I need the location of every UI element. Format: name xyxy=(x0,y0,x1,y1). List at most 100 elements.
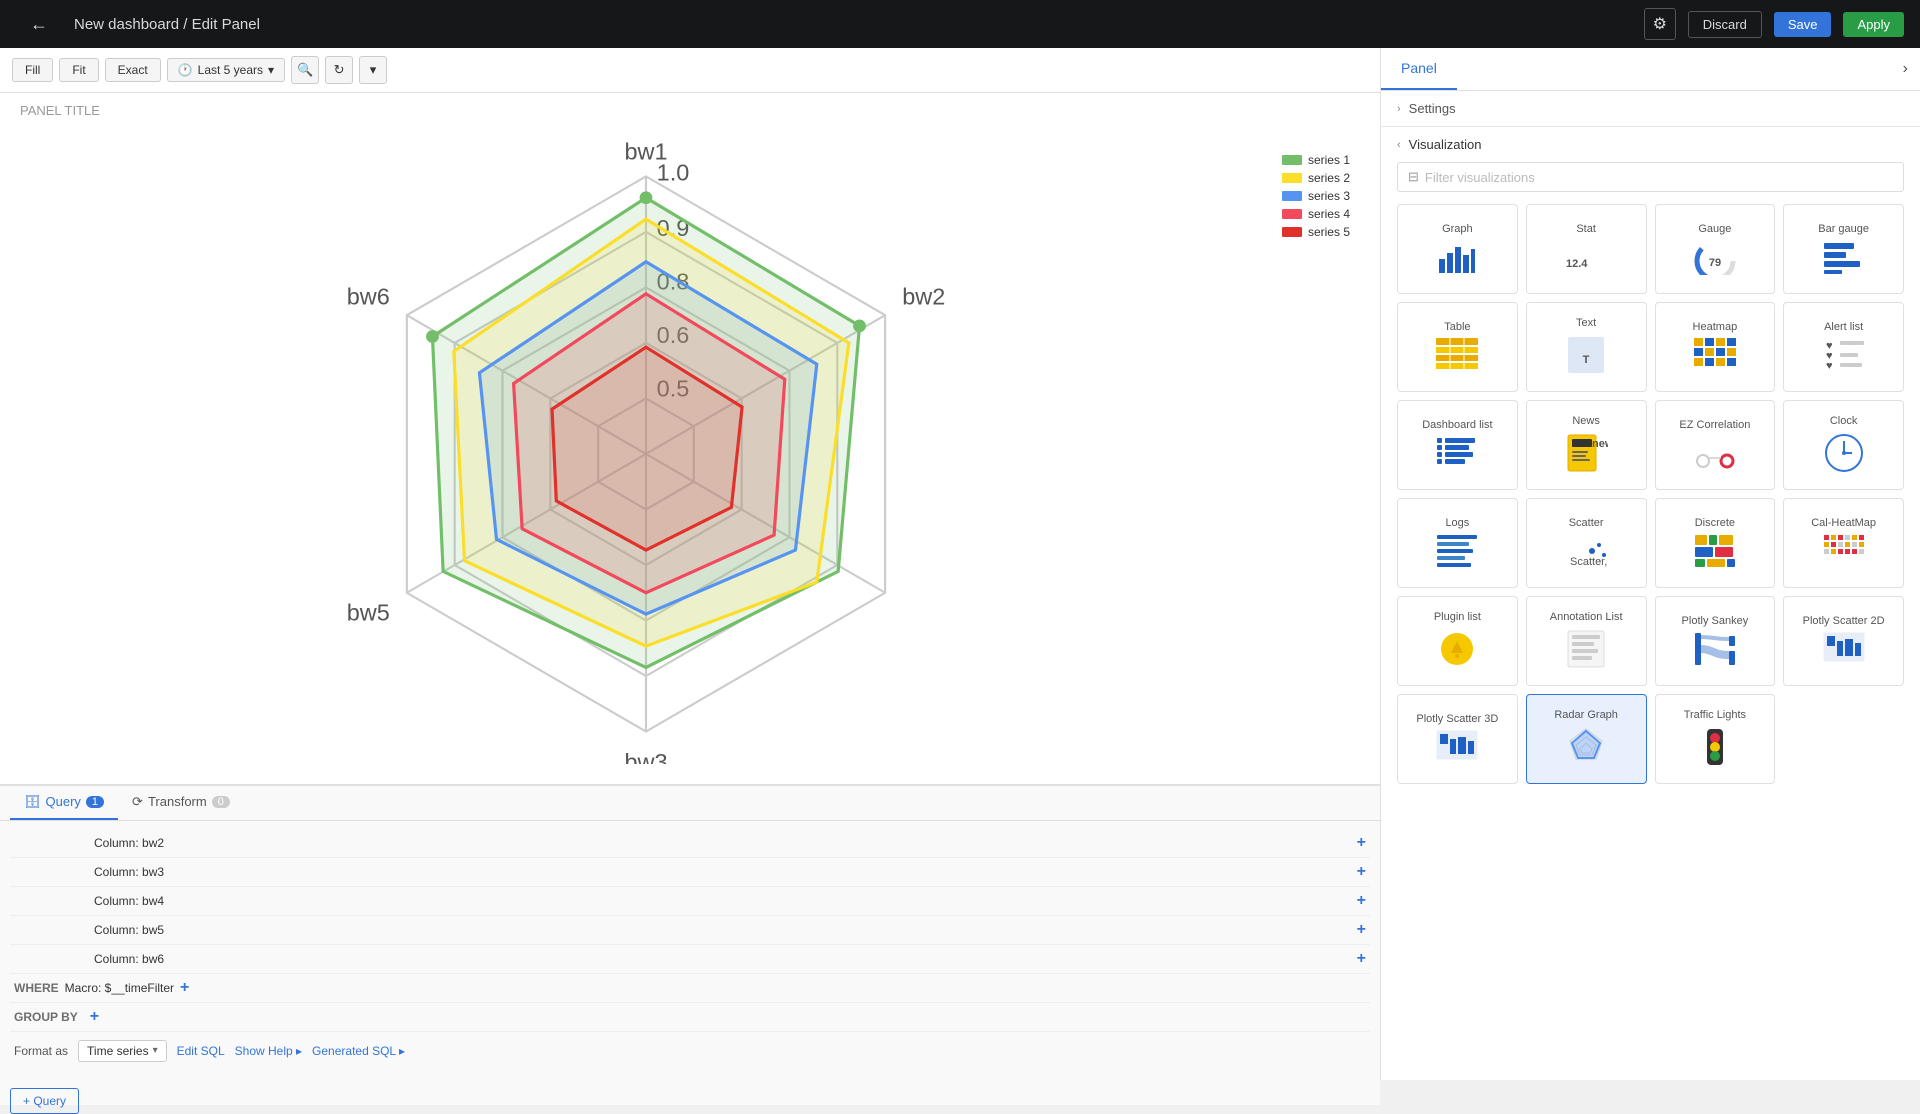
discard-button[interactable]: Discard xyxy=(1688,11,1762,38)
viz-icon-radar-graph xyxy=(1564,725,1608,769)
viz-card-cal-heatmap[interactable]: Cal-HeatMap xyxy=(1783,498,1904,588)
settings-expand-icon: › xyxy=(1397,103,1401,115)
add-bw6-button[interactable]: + xyxy=(1357,950,1366,968)
legend-label-5: series 5 xyxy=(1308,225,1350,239)
add-query-button[interactable]: + Query xyxy=(10,1088,79,1114)
transform-tab[interactable]: ⟳ Transform 0 xyxy=(118,786,244,820)
viz-card-traffic-lights[interactable]: Traffic Lights xyxy=(1655,694,1776,784)
viz-card-plugin-list[interactable]: Plugin list xyxy=(1397,596,1518,686)
viz-card-bar-gauge[interactable]: Bar gauge xyxy=(1783,204,1904,294)
zoom-out-button[interactable]: 🔍 xyxy=(291,56,319,84)
viz-icon-annotation-list xyxy=(1564,627,1608,671)
viz-icon-gauge: 79 xyxy=(1693,239,1737,275)
viz-card-plotly-scatter-3d[interactable]: Plotly Scatter 3D xyxy=(1397,694,1518,784)
viz-icon-news: news xyxy=(1564,431,1608,475)
visualization-label: Visualization xyxy=(1409,137,1482,152)
viz-card-plotly-scatter-2d[interactable]: Plotly Scatter 2D xyxy=(1783,596,1904,686)
viz-card-graph[interactable]: Graph xyxy=(1397,204,1518,294)
viz-card-clock[interactable]: Clock xyxy=(1783,400,1904,490)
chart-container: bw1 bw2 bw3 bw5 bw6 1.0 0.9 0.8 0.6 0.5 xyxy=(20,123,1360,764)
viz-icon-discrete xyxy=(1693,533,1737,569)
edit-sql-link[interactable]: Edit SQL xyxy=(177,1044,225,1058)
panel-title-label: PANEL TITLE xyxy=(20,103,1360,118)
viz-filter-input[interactable]: ⊟ Filter visualizations xyxy=(1397,162,1904,192)
time-range-label: Last 5 years xyxy=(198,63,263,77)
query-row-bw2: Column: bw2 + xyxy=(10,829,1370,858)
viz-card-plotly-sankey[interactable]: Plotly Sankey xyxy=(1655,596,1776,686)
viz-card-annotation-list[interactable]: Annotation List xyxy=(1526,596,1647,686)
viz-card-alert-list[interactable]: Alert list ♥♥♥ xyxy=(1783,302,1904,392)
save-button[interactable]: Save xyxy=(1774,12,1832,37)
viz-toolbar: Fill Fit Exact 🕐 Last 5 years ▾ 🔍 ↻ ▾ xyxy=(0,48,1380,93)
viz-card-ez-correlation[interactable]: EZ Correlation xyxy=(1655,400,1776,490)
add-where-button[interactable]: + xyxy=(180,979,189,997)
svg-text:T: T xyxy=(1583,354,1590,366)
viz-card-radar-graph[interactable]: Radar Graph xyxy=(1526,694,1647,784)
visualization-header[interactable]: ‹ Visualization xyxy=(1397,127,1904,162)
filter-icon: ⊟ xyxy=(1408,169,1419,185)
exact-button[interactable]: Exact xyxy=(105,58,161,82)
viz-label-traffic-lights: Traffic Lights xyxy=(1684,709,1746,721)
add-group-by-button[interactable]: + xyxy=(90,1008,99,1026)
svg-text:...: ... xyxy=(1592,552,1601,564)
format-select[interactable]: Time series ▾ xyxy=(78,1040,167,1062)
viz-icon-plotly-scatter-2d xyxy=(1822,631,1866,667)
viz-icon-text: T xyxy=(1564,333,1608,377)
viz-card-heatmap[interactable]: Heatmap xyxy=(1655,302,1776,392)
svg-text:Scatter,: Scatter, xyxy=(1570,556,1607,568)
show-help-link[interactable]: Show Help ▸ xyxy=(235,1044,302,1058)
viz-card-discrete[interactable]: Discrete xyxy=(1655,498,1776,588)
viz-card-logs[interactable]: Logs xyxy=(1397,498,1518,588)
viz-card-dashboard-list[interactable]: Dashboard list xyxy=(1397,400,1518,490)
settings-section[interactable]: › Settings xyxy=(1381,91,1920,127)
viz-icon-traffic-lights xyxy=(1693,725,1737,769)
viz-card-table[interactable]: Table xyxy=(1397,302,1518,392)
visualization-section: ‹ Visualization ⊟ Filter visualizations … xyxy=(1381,127,1920,1080)
viz-label-scatter: Scatter xyxy=(1569,517,1604,529)
viz-icon-graph xyxy=(1437,239,1477,275)
viz-icon-ez-correlation xyxy=(1693,435,1737,471)
fit-button[interactable]: Fit xyxy=(59,58,98,82)
filter-placeholder: Filter visualizations xyxy=(1425,170,1535,185)
viz-icon-dashboard-list xyxy=(1435,435,1479,471)
viz-card-stat[interactable]: Stat 12.4 xyxy=(1526,204,1647,294)
viz-card-text[interactable]: Text T xyxy=(1526,302,1647,392)
viz-icon-table xyxy=(1435,337,1479,373)
refresh-icon: ↻ xyxy=(334,62,345,78)
viz-icon-bar-gauge xyxy=(1822,239,1866,275)
viz-label-dashboard-list: Dashboard list xyxy=(1422,419,1492,431)
legend-item-1: series 1 xyxy=(1282,153,1350,167)
generated-sql-link[interactable]: Generated SQL ▸ xyxy=(312,1044,405,1058)
refresh-button[interactable]: ↻ xyxy=(325,56,353,84)
zoom-icon: 🔍 xyxy=(297,62,313,78)
viz-label-radar-graph: Radar Graph xyxy=(1554,709,1618,721)
format-row: Format as Time series ▾ Edit SQL Show He… xyxy=(10,1032,1370,1070)
viz-icon-plotly-sankey xyxy=(1693,631,1737,667)
add-bw5-button[interactable]: + xyxy=(1357,921,1366,939)
viz-card-news[interactable]: News news xyxy=(1526,400,1647,490)
time-range-picker[interactable]: 🕐 Last 5 years ▾ xyxy=(167,58,285,82)
fill-button[interactable]: Fill xyxy=(12,58,53,82)
settings-icon-button[interactable]: ⚙ xyxy=(1644,8,1676,40)
panel-header: Panel › xyxy=(1381,48,1920,91)
viz-icon-plugin-list xyxy=(1435,627,1479,671)
viz-label-heatmap: Heatmap xyxy=(1693,321,1738,333)
collapse-panel-button[interactable]: › xyxy=(1891,52,1920,86)
add-bw3-button[interactable]: + xyxy=(1357,863,1366,881)
svg-text:bw6: bw6 xyxy=(347,283,390,309)
legend-label-2: series 2 xyxy=(1308,171,1350,185)
legend-label-1: series 1 xyxy=(1308,153,1350,167)
legend-item-3: series 3 xyxy=(1282,189,1350,203)
back-button[interactable]: ← xyxy=(16,9,62,40)
format-value: Time series xyxy=(87,1044,149,1058)
apply-button[interactable]: Apply xyxy=(1843,12,1904,37)
viz-card-scatter[interactable]: Scatter Scatter,... xyxy=(1526,498,1647,588)
more-options-button[interactable]: ▾ xyxy=(359,56,387,84)
add-bw4-button[interactable]: + xyxy=(1357,892,1366,910)
viz-card-gauge[interactable]: Gauge 79 xyxy=(1655,204,1776,294)
panel-tab[interactable]: Panel xyxy=(1381,48,1457,90)
legend-item-2: series 2 xyxy=(1282,171,1350,185)
add-bw2-button[interactable]: + xyxy=(1357,834,1366,852)
viz-label-cal-heatmap: Cal-HeatMap xyxy=(1811,517,1876,529)
query-tab[interactable]: 🗄 Query 1 xyxy=(10,786,118,820)
